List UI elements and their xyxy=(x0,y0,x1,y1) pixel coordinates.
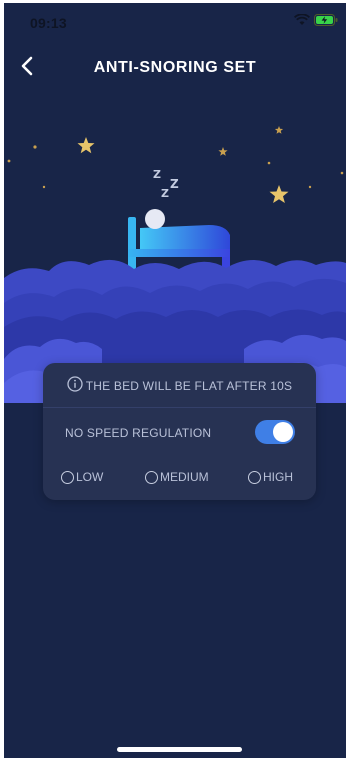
star-icon xyxy=(274,126,284,134)
svg-text:Z: Z xyxy=(161,187,169,200)
option-label: HIGH xyxy=(263,470,293,484)
star-icon xyxy=(218,147,228,156)
option-label: LOW xyxy=(76,470,104,484)
info-icon xyxy=(67,376,83,395)
nav-header: ANTI-SNORING SET xyxy=(4,51,346,85)
option-low[interactable]: LOW xyxy=(61,470,103,484)
app-screen: 09:13 ANTI-SNORING SET Z Z Z THE BED WIL… xyxy=(4,3,346,758)
flat-notice: THE BED WILL BE FLAT AFTER 10S xyxy=(43,376,316,395)
speed-regulation-label: NO SPEED REGULATION xyxy=(65,426,212,440)
radio-icon xyxy=(145,470,158,484)
speed-regulation-toggle[interactable] xyxy=(255,420,295,444)
option-medium[interactable]: MEDIUM xyxy=(145,470,209,484)
sleep-zzz-text: Z Z Z xyxy=(153,168,179,200)
status-bar: 09:13 xyxy=(4,3,346,31)
wifi-icon xyxy=(293,13,311,31)
divider xyxy=(43,407,316,408)
notice-text: THE BED WILL BE FLAT AFTER 10S xyxy=(85,378,293,393)
option-high[interactable]: HIGH xyxy=(248,470,293,484)
sleep-illustration: Z Z Z xyxy=(4,113,346,403)
svg-text:Z: Z xyxy=(170,177,179,191)
toggle-knob xyxy=(273,422,293,442)
home-indicator[interactable] xyxy=(117,747,242,752)
status-icons xyxy=(293,13,338,31)
star-icon xyxy=(269,185,289,203)
anti-snoring-settings-card: THE BED WILL BE FLAT AFTER 10S NO SPEED … xyxy=(43,363,316,500)
status-time: 09:13 xyxy=(30,15,67,31)
page-title: ANTI-SNORING SET xyxy=(93,59,257,76)
speed-options: LOW MEDIUM HIGH xyxy=(43,470,316,488)
radio-icon xyxy=(61,470,74,484)
radio-icon xyxy=(248,470,261,484)
svg-text:Z: Z xyxy=(153,168,161,181)
bed-icon xyxy=(128,209,230,271)
battery-charging-icon xyxy=(314,13,338,31)
moon-icon xyxy=(299,137,330,178)
star-icon xyxy=(77,137,95,154)
option-label: MEDIUM xyxy=(160,470,209,484)
